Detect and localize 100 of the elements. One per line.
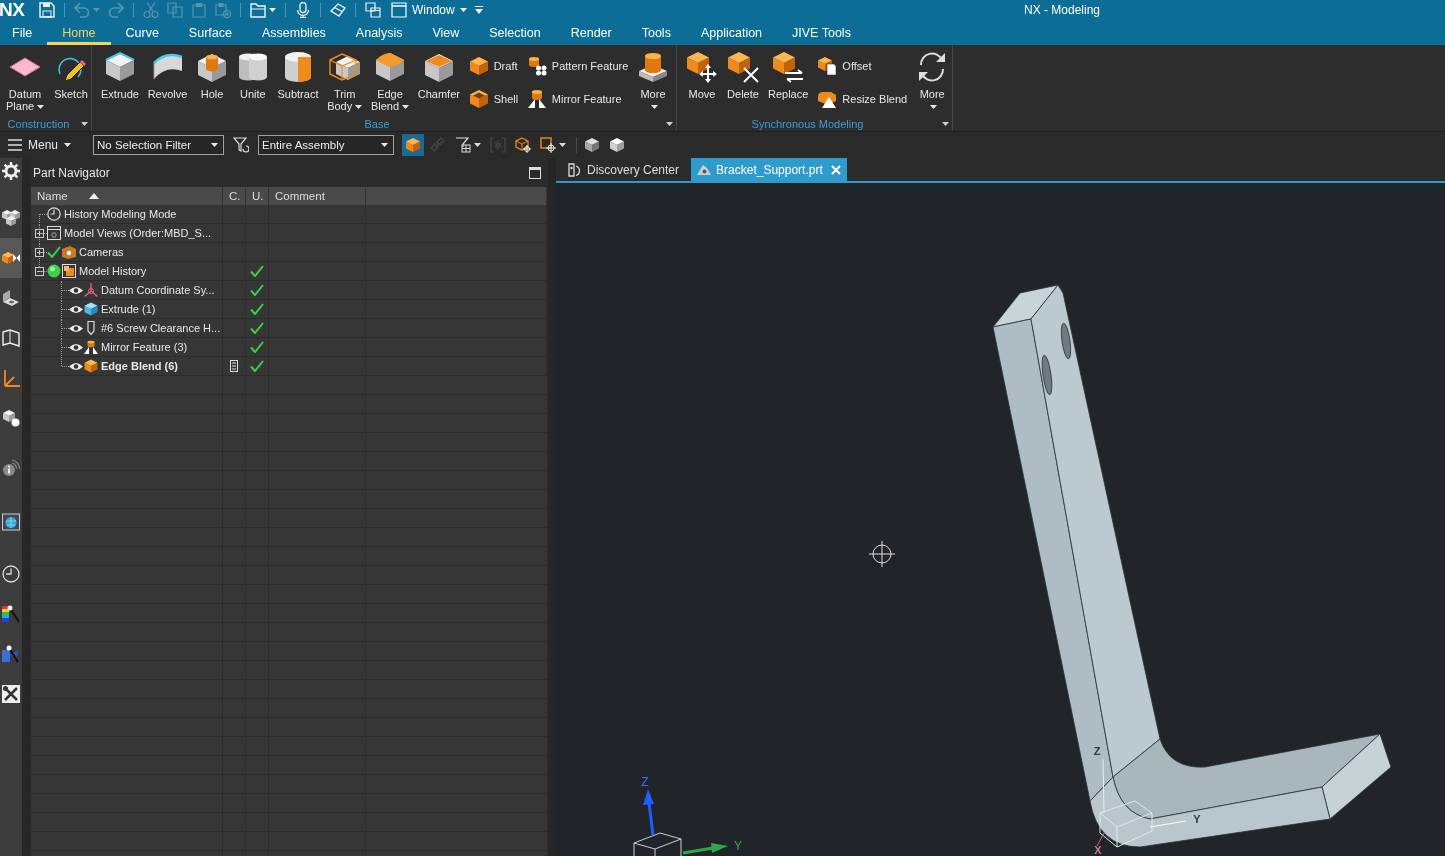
chain-icon: [430, 137, 447, 153]
app-logo: NX: [0, 0, 26, 20]
ribbon-button[interactable]: Pattern Feature: [523, 54, 632, 78]
caret-icon: [64, 143, 72, 147]
cube-magnifier-icon: [2, 409, 20, 427]
ribbon-tab[interactable]: JIVE Tools: [777, 20, 866, 45]
cylinder-dots-icon: [526, 56, 547, 76]
customize-icon: [474, 6, 483, 14]
ribbon-tab[interactable]: Tools: [626, 20, 686, 45]
maximize-button[interactable]: [529, 166, 541, 179]
ribbon-tab[interactable]: View: [417, 20, 475, 45]
maximize-icon: [529, 166, 541, 179]
ribbon-button[interactable]: Chamfer: [414, 49, 463, 101]
ribbon-tab[interactable]: Application: [685, 20, 778, 45]
window-menu[interactable]: Window: [385, 0, 471, 20]
ribbon-tab[interactable]: Surface: [173, 20, 247, 45]
ribbon-button[interactable]: Datum Plane: [3, 49, 48, 113]
ribbon-button[interactable]: More: [634, 49, 672, 113]
window-icon: [391, 2, 407, 18]
axis-label: Z: [1093, 745, 1101, 757]
tree-node-label[interactable]: Model Views (Order:MBD_S...: [64, 227, 212, 239]
ribbon-tab[interactable]: Render: [555, 20, 627, 45]
book-icon: [2, 329, 20, 347]
ribbon-button[interactable]: Edge Blend: [367, 49, 413, 113]
ribbon-button[interactable]: Subtract: [274, 49, 322, 101]
ribbon-button[interactable]: Shell: [465, 87, 522, 111]
cube-icon: [405, 137, 422, 153]
group-title: Synchronous Modeling: [750, 117, 865, 130]
info-signal-icon: [2, 459, 20, 477]
windows-icon: [365, 2, 381, 18]
cylinder-triangles-icon: [526, 89, 547, 109]
tree-node-label[interactable]: Model History: [79, 265, 147, 277]
folder-icon: [250, 2, 266, 18]
cube-crosshair-icon: [515, 137, 532, 153]
block-icon: [84, 302, 98, 316]
clock-icon: [2, 565, 20, 583]
clipboard-plus-icon: [215, 2, 231, 18]
microphone-icon: [295, 2, 311, 18]
ribbon-button[interactable]: Resize Blend: [814, 87, 911, 111]
save-icon: [39, 2, 55, 18]
triangle-icon: [697, 163, 712, 176]
axes-icon: [2, 369, 20, 387]
tree-node-label[interactable]: Edge Blend (6): [101, 360, 178, 372]
ribbon-button[interactable]: Unite: [233, 49, 272, 101]
ribbon-button[interactable]: Extrude: [98, 49, 142, 101]
tree-node-label[interactable]: Extrude (1): [101, 303, 156, 315]
cube-icon: [84, 359, 98, 373]
scope-dropdown[interactable]: Entire Assembly: [258, 135, 395, 155]
caret-icon: [381, 143, 389, 147]
filter-grid-icon: [455, 137, 472, 153]
tree-node-label[interactable]: Datum Coordinate Sy...: [101, 284, 215, 296]
selection-filter-dropdown[interactable]: No Selection Filter: [93, 135, 225, 155]
window-icon: [47, 226, 61, 240]
tree-node-label[interactable]: Cameras: [79, 246, 124, 258]
menu-icon: [8, 139, 22, 151]
cube-page-icon: [817, 56, 838, 76]
ribbon-tab[interactable]: Selection: [474, 20, 556, 45]
ribbon-button[interactable]: Hole: [193, 49, 232, 101]
menu-button[interactable]: Menu: [4, 134, 76, 156]
ribbon-button[interactable]: Revolve: [144, 49, 191, 101]
bent-part-icon: [2, 289, 20, 307]
ribbon-tab[interactable]: File: [0, 20, 48, 45]
ribbon-button[interactable]: Draft: [465, 54, 522, 78]
axis-label: Y: [1193, 813, 1201, 825]
ribbon-button[interactable]: Offset: [814, 54, 911, 78]
ribbon-button[interactable]: Trim Body: [324, 49, 366, 113]
ribbon-tab[interactable]: Assemblies: [246, 20, 341, 45]
ribbon-tab[interactable]: Analysis: [340, 20, 418, 45]
tree-node-label[interactable]: #6 Screw Clearance H...: [101, 322, 221, 334]
axis-label: Z: [641, 775, 649, 789]
block-icon: [103, 50, 136, 83]
ribbon-button[interactable]: Sketch: [51, 49, 91, 101]
axis-label: X: [1094, 844, 1102, 856]
toolbar-button[interactable]: [402, 134, 425, 156]
cylinder-slab-icon: [637, 50, 669, 83]
diamond-icon: [9, 56, 42, 77]
caret-icon: [665, 121, 673, 126]
cube-arrows-icon: [772, 50, 805, 83]
axis-label: Y: [734, 839, 742, 853]
ribbon-button[interactable]: More: [913, 49, 952, 113]
cube-icon: [584, 137, 601, 153]
document-tab[interactable]: Discovery Center: [562, 158, 686, 181]
window-title: NX - Modeling: [1023, 3, 1100, 17]
cylinder-triangles-icon: [84, 340, 98, 354]
caret-icon: [459, 8, 467, 12]
rainbow-wand-icon: [2, 605, 20, 623]
ribbon-button[interactable]: Move: [683, 49, 721, 101]
redo-icon: [108, 2, 124, 18]
settings-icon: [2, 162, 20, 180]
tree-node-label[interactable]: History Modeling Mode: [64, 208, 177, 220]
ribbon-tab[interactable]: Curve: [110, 20, 174, 45]
framed-square-icon: [62, 264, 76, 278]
cubes-icon: [2, 209, 20, 227]
cube-cross-icon: [727, 50, 759, 83]
tree-node-label[interactable]: Mirror Feature (3): [101, 341, 188, 353]
resource-bar-button[interactable]: [0, 238, 22, 278]
ribbon-button[interactable]: Delete: [724, 49, 762, 101]
group-title: Construction: [6, 117, 71, 130]
ribbon-button[interactable]: Replace: [765, 49, 812, 101]
ribbon-button[interactable]: Mirror Feature: [523, 87, 632, 111]
